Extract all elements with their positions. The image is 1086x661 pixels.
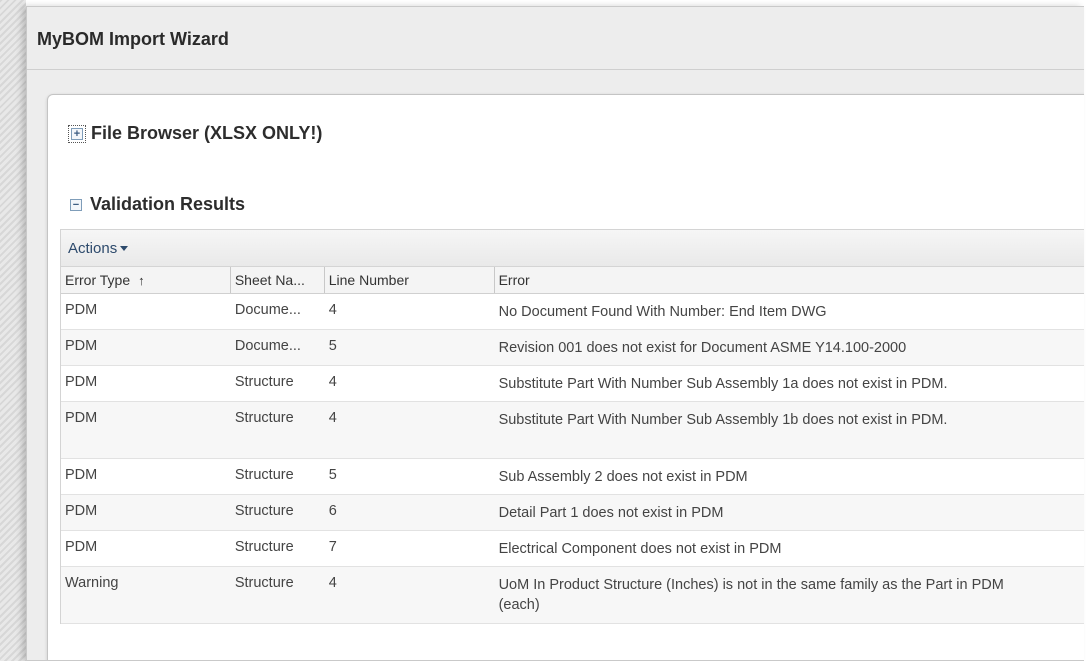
validation-results-grid: Actions Error Type ↑ Sheet Na... Line Nu… [60,229,1084,624]
column-header-line-number[interactable]: Line Number [325,267,495,293]
cell-error: Sub Assembly 2 does not exist in PDM [498,469,748,485]
sort-ascending-icon: ↑ [138,272,145,288]
table-row[interactable]: PDM Structure 6 Detail Part 1 does not e… [61,495,1084,531]
actions-toolbar: Actions [61,229,1084,267]
cell-error: Detail Part 1 does not exist in PDM [498,505,724,521]
table-row[interactable]: PDM Structure 5 Sub Assembly 2 does not … [61,459,1084,495]
table-row[interactable]: PDM Docume... 4 No Document Found With N… [61,294,1084,330]
cell-sheet-name: Structure [234,374,294,390]
cell-error: Substitute Part With Number Sub Assembly… [498,412,948,428]
cell-error-type: PDM [65,467,98,483]
validation-section-header[interactable]: − Validation Results [70,194,245,215]
grid-body: PDM Docume... 4 No Document Found With N… [61,294,1084,624]
cell-error-type: PDM [65,539,98,555]
column-header-error[interactable]: Error [495,267,1084,293]
cell-sheet-name: Docume... [234,302,301,318]
column-header-label: Error Type [65,272,131,288]
file-browser-label: File Browser (XLSX ONLY!) [91,123,323,143]
cell-line-number: 4 [328,302,337,318]
actions-menu-button[interactable]: Actions [68,239,129,257]
cell-error-type: PDM [65,503,98,519]
cell-line-number: 4 [328,374,337,390]
title-divider [27,69,1084,70]
cell-error-type: PDM [65,410,98,426]
cell-line-number: 5 [328,467,337,483]
cell-sheet-name: Docume... [234,338,301,354]
table-row[interactable]: PDM Docume... 5 Revision 001 does not ex… [61,330,1084,366]
cell-line-number: 4 [328,575,337,591]
cell-line-number: 4 [328,410,337,426]
cell-error: No Document Found With Number: End Item … [498,304,827,320]
cell-sheet-name: Structure [234,467,294,483]
cell-sheet-name: Structure [234,575,294,591]
cell-error-type: PDM [65,302,98,318]
column-header-error-type[interactable]: Error Type ↑ [61,267,231,293]
cell-sheet-name: Structure [234,539,294,555]
table-row[interactable]: PDM Structure 7 Electrical Component doe… [61,531,1084,567]
file-browser-section-header[interactable]: + File Browser (XLSX ONLY!) [68,123,323,144]
table-row[interactable]: PDM Structure 4 Substitute Part With Num… [61,402,1084,459]
window-title: MyBOM Import Wizard [37,29,229,49]
cell-error-type: PDM [65,374,98,390]
table-row[interactable]: PDM Structure 4 Substitute Part With Num… [61,366,1084,402]
expand-plus-icon[interactable]: + [68,124,86,143]
collapse-minus-icon[interactable]: − [70,198,82,211]
actions-label: Actions [68,239,118,257]
cell-error: UoM In Product Structure (Inches) is not… [498,577,1004,613]
cell-error: Electrical Component does not exist in P… [498,541,782,557]
wizard-panel: + File Browser (XLSX ONLY!) − Validation… [47,94,1084,660]
cell-error-type: Warning [65,575,119,591]
cell-sheet-name: Structure [234,410,294,426]
cell-line-number: 7 [328,539,337,555]
grid-header-row: Error Type ↑ Sheet Na... Line Number Err… [61,267,1084,294]
cell-line-number: 5 [328,338,337,354]
import-wizard-window: MyBOM Import Wizard + File Browser (XLSX… [26,6,1084,661]
table-row[interactable]: Warning Structure 4 UoM In Product Struc… [61,567,1084,624]
column-header-sheet-name[interactable]: Sheet Na... [231,267,325,293]
cell-sheet-name: Structure [234,503,294,519]
dropdown-caret-icon [120,246,129,252]
cell-error: Revision 001 does not exist for Document… [498,340,907,356]
background-stripes [0,0,26,661]
cell-error: Substitute Part With Number Sub Assembly… [498,376,948,392]
validation-results-label: Validation Results [90,194,246,214]
cell-line-number: 6 [328,503,337,519]
cell-error-type: PDM [65,338,98,354]
